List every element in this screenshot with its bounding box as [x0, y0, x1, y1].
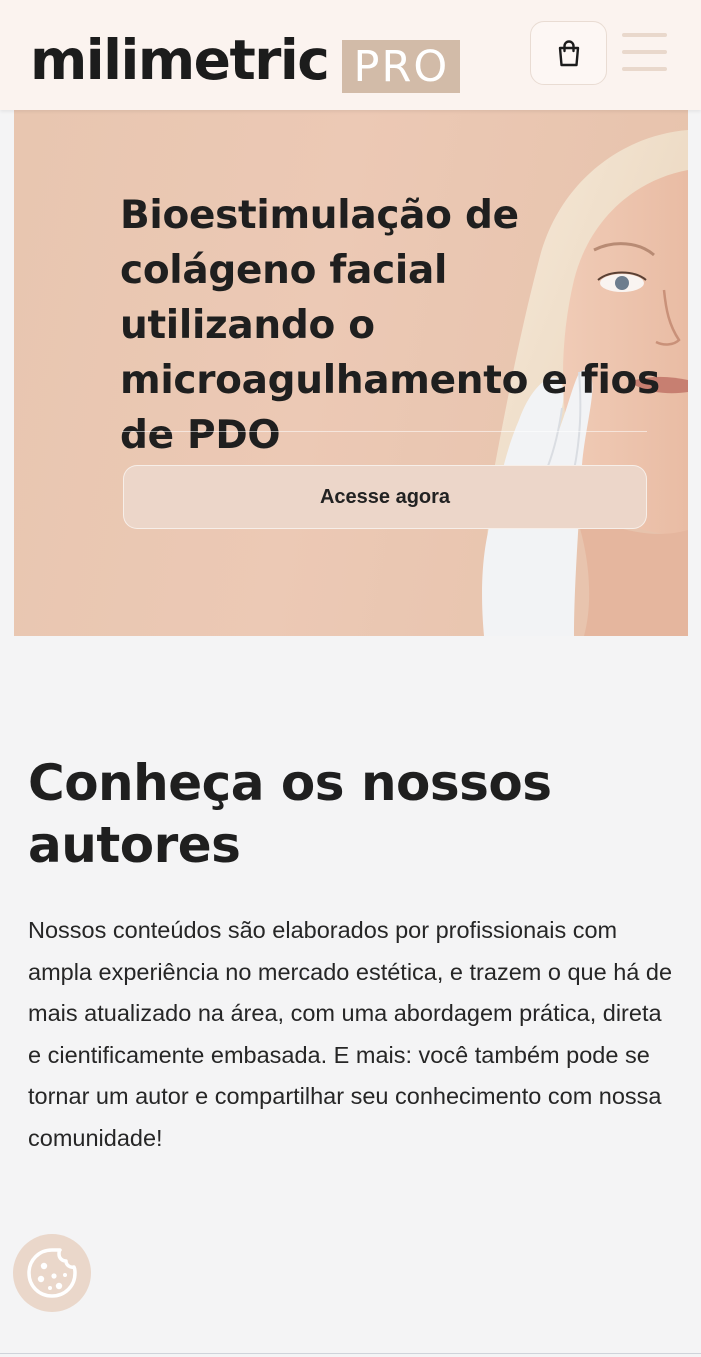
hamburger-menu-icon[interactable] — [622, 33, 667, 71]
site-header: milimetric PRO — [0, 0, 701, 110]
cookie-settings-button[interactable] — [13, 1234, 91, 1312]
authors-section-title: Conheça os nossos autores — [28, 754, 552, 874]
shopping-bag-icon — [558, 40, 579, 67]
menu-bar — [622, 67, 667, 71]
menu-bar — [622, 50, 667, 54]
logo[interactable]: milimetric PRO — [30, 28, 461, 93]
menu-bar — [622, 33, 667, 37]
logo-wordmark: milimetric — [30, 28, 330, 92]
authors-description: Nossos conteúdos são elaborados por prof… — [28, 917, 673, 1151]
access-now-button[interactable]: Acesse agora — [123, 465, 647, 529]
cookie-icon — [27, 1248, 77, 1298]
cart-button[interactable] — [530, 21, 607, 85]
logo-pro-badge: PRO — [342, 40, 461, 93]
divider — [0, 1353, 701, 1354]
hero-banner: Bioestimulação de colágeno facial utiliz… — [14, 110, 688, 636]
hero-divider — [122, 431, 647, 432]
hero-title: Bioestimulação de colágeno facial utiliz… — [120, 193, 660, 458]
